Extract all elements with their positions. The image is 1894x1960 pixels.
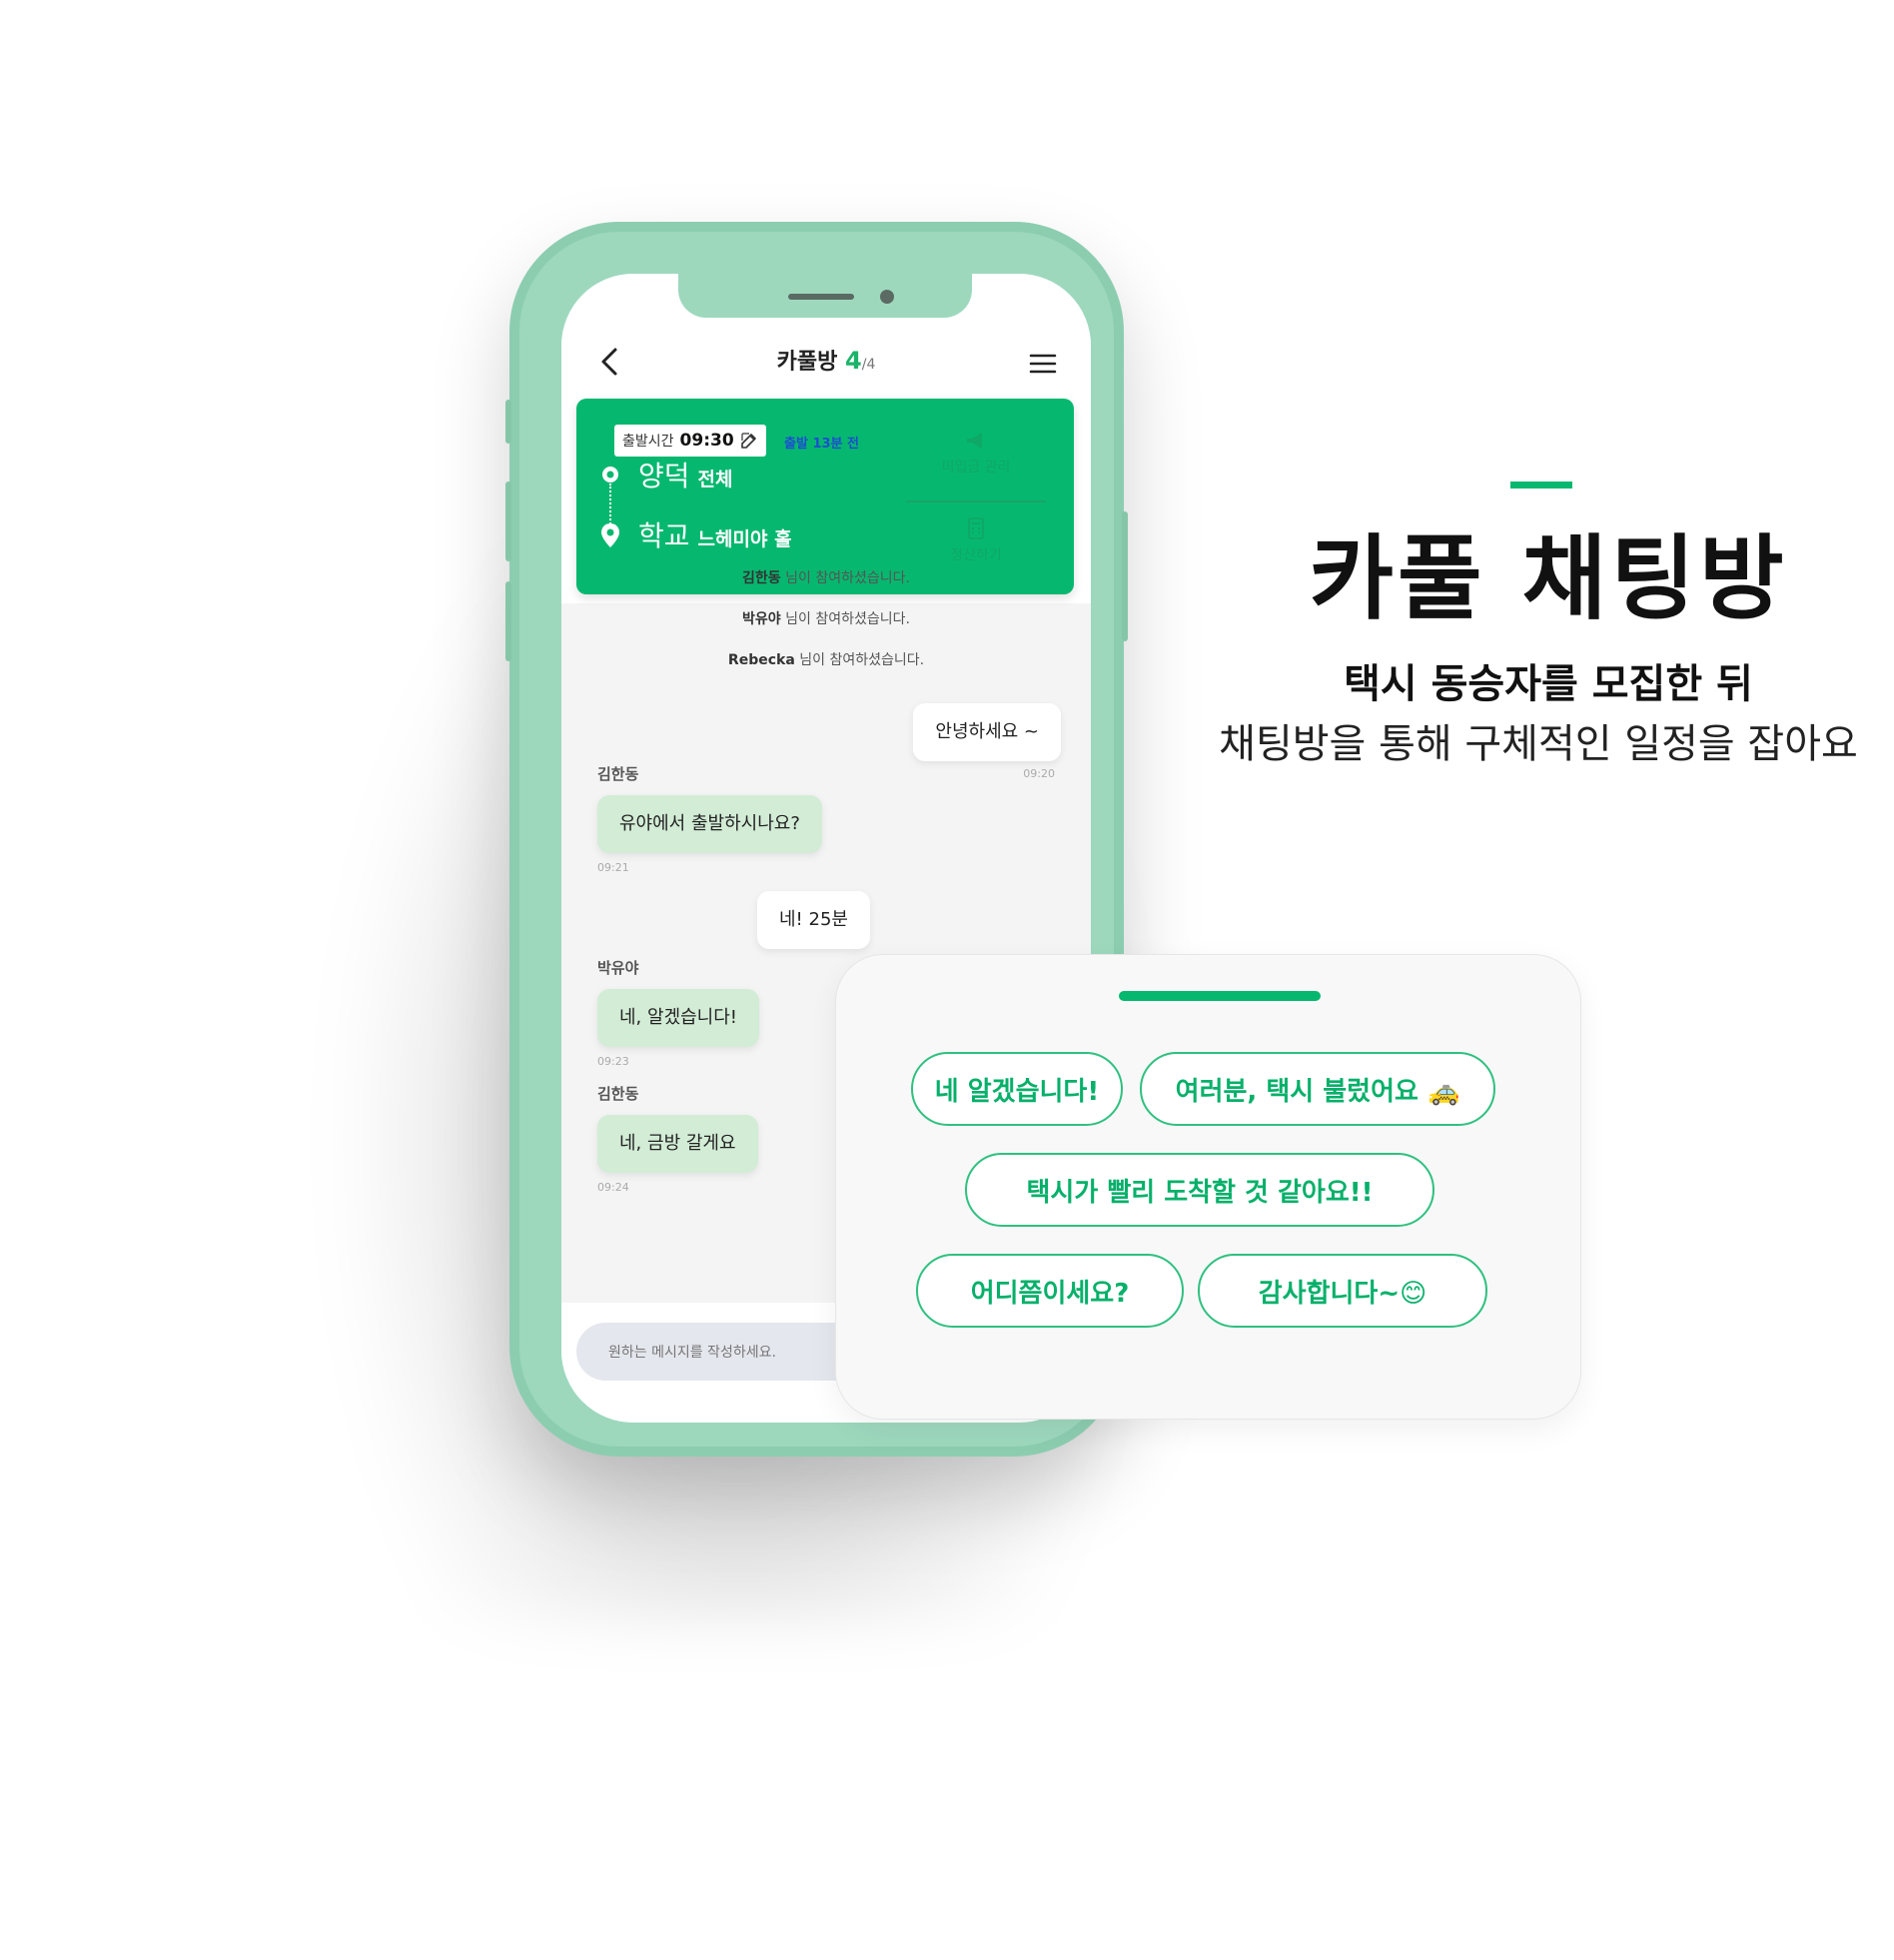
- destination-name: 학교: [638, 519, 690, 552]
- message-sender: 박유야: [597, 959, 639, 977]
- member-total: /4: [861, 357, 876, 373]
- trip-info-card: 출발시간 09:30 출발 13분 전 양덕 전체 학교 느헤미야 홀 미입금 …: [576, 399, 1074, 594]
- settle-label: 정산하기: [950, 547, 1002, 563]
- system-message-text: 님이 참여하셨습니다.: [780, 570, 910, 586]
- trip-actions: 미입금 관리 정산하기: [906, 417, 1046, 576]
- origin-name: 양덕: [638, 460, 690, 492]
- message-sender: 김한동: [597, 765, 639, 783]
- chat-nav-bar: 카풀방 4/4: [561, 338, 1091, 388]
- message-timestamp: 09:21: [597, 861, 629, 874]
- message-timestamp: 09:20: [1023, 767, 1055, 780]
- message-timestamp: 09:23: [597, 1055, 629, 1068]
- destination-sub: 느헤미야 홀: [697, 528, 792, 550]
- route-connector: [609, 484, 613, 527]
- calculator-icon: [968, 517, 984, 539]
- origin-sub: 전체: [697, 469, 733, 490]
- message-bubble-other[interactable]: 유야에서 출발하시나요?: [597, 795, 822, 853]
- message-timestamp: 09:24: [597, 1181, 629, 1194]
- departure-time-label: 출발시간: [622, 434, 674, 450]
- member-count: 4: [845, 347, 862, 375]
- system-message: 김한동 님이 참여하셨습니다.: [561, 567, 1091, 587]
- phone-side-button: [505, 400, 511, 444]
- route-origin: 양덕 전체: [638, 455, 733, 494]
- quick-reply-chip[interactable]: 어디쯤이세요?: [916, 1254, 1184, 1328]
- system-message: Rebecka 님이 참여하셨습니다.: [561, 649, 1091, 669]
- quick-reply-chip[interactable]: 네 알겠습니다!: [911, 1052, 1123, 1126]
- chat-title-text: 카풀방: [776, 350, 838, 375]
- quick-reply-chip[interactable]: 감사합니다~😊: [1198, 1254, 1487, 1328]
- quick-reply-panel: 네 알겠습니다! 여러분, 택시 불렀어요 🚕 택시가 빨리 도착할 것 같아요…: [835, 954, 1581, 1420]
- system-message-name: Rebecka: [727, 652, 795, 668]
- destination-pin-icon: [601, 523, 619, 547]
- notch: [678, 274, 972, 318]
- origin-pin-icon: [602, 467, 618, 483]
- quick-reply-chip[interactable]: 택시가 빨리 도착할 것 같아요!!: [965, 1153, 1434, 1227]
- panel-drag-handle[interactable]: [1119, 991, 1321, 1001]
- phone-volume-down: [505, 581, 511, 661]
- chat-title: 카풀방 4/4: [561, 344, 1091, 376]
- system-message-text: 님이 참여하셨습니다.: [794, 652, 925, 668]
- system-message-text: 님이 참여하셨습니다.: [780, 611, 910, 627]
- system-message-name: 김한동: [742, 570, 781, 586]
- departure-countdown: 출발 13분 전: [784, 437, 859, 452]
- system-message: 박유야 님이 참여하셨습니다.: [561, 608, 1091, 628]
- system-message-name: 박유야: [742, 611, 781, 627]
- camera: [880, 290, 894, 304]
- departure-time-box[interactable]: 출발시간 09:30: [614, 425, 766, 457]
- promo-headline: 카풀 채팅방: [1309, 525, 1788, 632]
- phone-power-button: [1122, 511, 1128, 641]
- megaphone-icon: [967, 433, 982, 449]
- phone-volume-up: [505, 482, 511, 561]
- message-bubble-mine[interactable]: 안녕하세요 ~: [913, 703, 1061, 761]
- unpaid-manage-label: 미입금 관리: [941, 460, 1011, 476]
- accent-bar: [1510, 482, 1572, 489]
- promo-line-1: 택시 동승자를 모집한 뒤: [1344, 661, 1753, 707]
- hamburger-menu-icon: [1029, 354, 1057, 374]
- quick-reply-chip[interactable]: 여러분, 택시 불렀어요 🚕: [1140, 1052, 1495, 1126]
- departure-time-value: 09:30: [679, 431, 734, 451]
- actions-divider: [906, 500, 1046, 502]
- menu-button[interactable]: [1023, 344, 1063, 384]
- message-bubble-mine[interactable]: 네! 25분: [757, 891, 870, 949]
- unpaid-manage-button[interactable]: 미입금 관리: [906, 431, 1046, 477]
- route-destination: 학교 느헤미야 홀: [638, 514, 792, 554]
- speaker: [788, 294, 854, 300]
- edit-icon[interactable]: [740, 432, 758, 450]
- message-bubble-other[interactable]: 네, 금방 갈게요: [597, 1115, 758, 1173]
- message-bubble-other[interactable]: 네, 알겠습니다!: [597, 989, 760, 1047]
- promo-line-2: 채팅방을 통해 구체적인 일정을 잡아요: [1219, 721, 1858, 767]
- settle-button[interactable]: 정산하기: [906, 516, 1046, 564]
- message-sender: 김한동: [597, 1085, 639, 1103]
